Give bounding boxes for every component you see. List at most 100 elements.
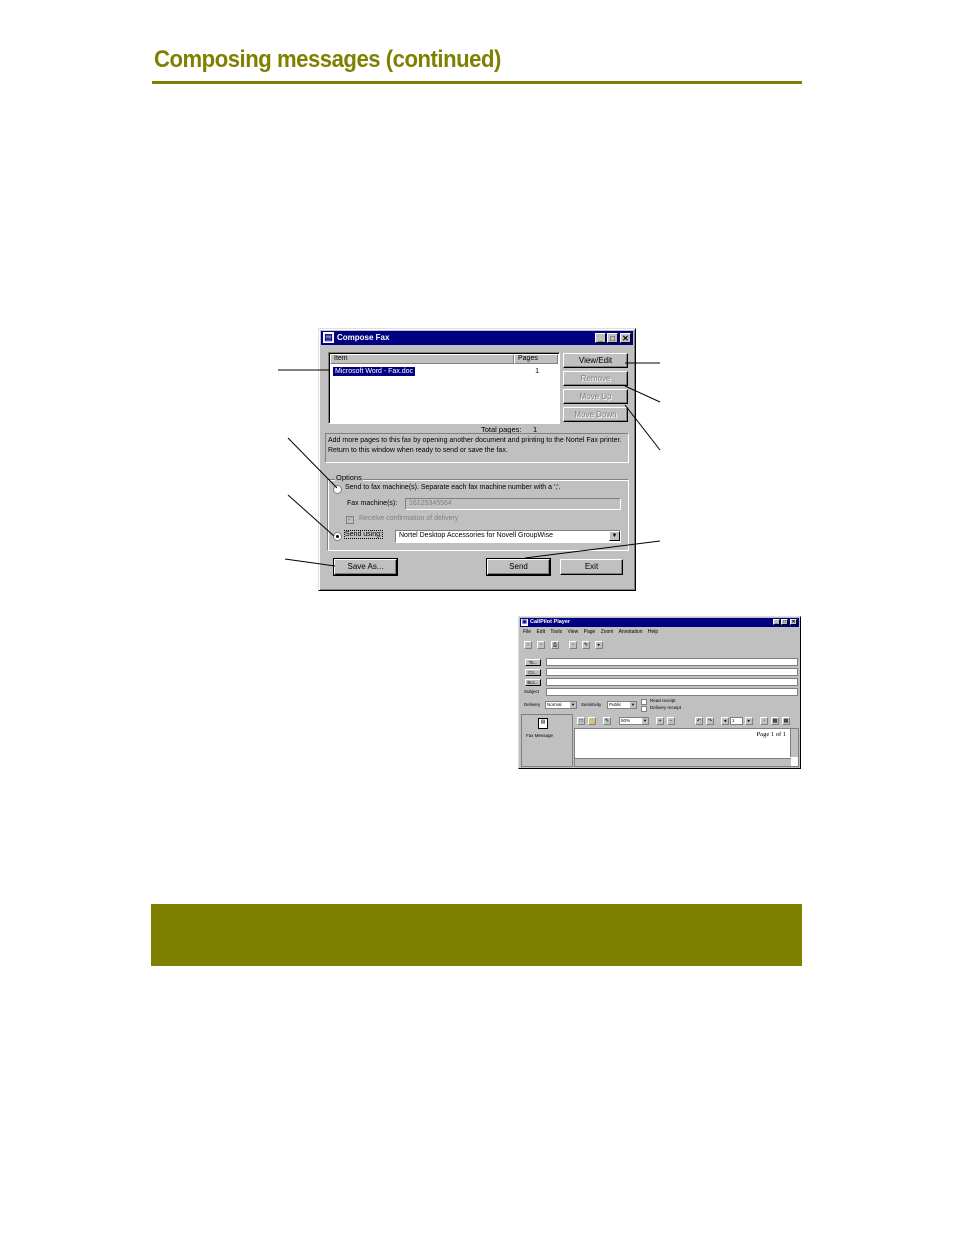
delivery-value: Normal xyxy=(547,702,562,707)
column-header-item[interactable]: Item xyxy=(330,354,514,364)
fit-page-icon[interactable]: ▫ xyxy=(760,717,768,725)
title-rule xyxy=(152,81,802,84)
delivery-receipt-label[interactable]: Delivery receipt xyxy=(650,705,681,710)
bcc-field[interactable] xyxy=(546,678,798,686)
thumbnails-icon[interactable]: ▦ xyxy=(771,717,779,725)
menu-page[interactable]: Page xyxy=(584,629,596,635)
move-up-button[interactable]: Move Up xyxy=(563,389,628,404)
callpilot-title: CallPilot Player xyxy=(530,619,571,625)
page-title: Composing messages (continued) xyxy=(154,46,501,73)
list-item-name[interactable]: Microsoft Word - Fax.doc xyxy=(333,367,416,376)
fax-app-icon: ▤ xyxy=(323,332,334,343)
zoom-out-icon[interactable]: − xyxy=(667,717,675,725)
edit-icon[interactable]: ✎ xyxy=(582,641,590,649)
menu-edit[interactable]: Edit xyxy=(536,629,545,635)
attachment-pane: ▤ Fax Message xyxy=(521,714,573,767)
cc-button[interactable]: Cc... xyxy=(525,669,541,676)
zoom-in-icon[interactable]: + xyxy=(656,717,664,725)
callout-lines xyxy=(278,362,661,567)
sensitivity-dropdown[interactable]: Public ▼ xyxy=(607,701,637,709)
remove-button[interactable]: Remove xyxy=(563,371,628,386)
send-button[interactable]: Send xyxy=(486,558,551,576)
zoom-value: 50% xyxy=(621,718,631,723)
dropdown-arrow-icon[interactable]: ▼ xyxy=(570,702,576,708)
compose-fax-dialog: ▤ Compose Fax _ □ ✕ Item Pages Microsoft… xyxy=(318,328,636,591)
exit-button[interactable]: Exit xyxy=(560,559,623,575)
maximize-icon[interactable]: □ xyxy=(781,619,788,625)
menu-file[interactable]: File xyxy=(523,629,531,635)
fax-document-pane[interactable]: Page 1 of 1 xyxy=(574,728,799,767)
menu-view[interactable]: View xyxy=(567,629,578,635)
page-info: Page 1 of 1 xyxy=(756,731,786,738)
menu-tools[interactable]: Tools xyxy=(550,629,562,635)
radio-fax-machine-label[interactable]: Send to fax machine(s). Separate each fa… xyxy=(345,484,561,491)
close-icon[interactable]: ✕ xyxy=(790,619,797,625)
radio-send-using[interactable] xyxy=(333,532,342,541)
maximize-icon[interactable]: □ xyxy=(607,333,618,343)
print-icon[interactable]: ⎙ xyxy=(551,641,559,649)
read-receipt-label[interactable]: Read receipt xyxy=(650,698,676,703)
view-edit-button[interactable]: View/Edit xyxy=(563,353,628,368)
delivery-label: Delivery xyxy=(524,702,541,707)
attachment-label[interactable]: Fax Message xyxy=(526,733,553,738)
cc-field[interactable] xyxy=(546,668,798,676)
callpilot-titlebar[interactable]: ▣ CallPilot Player _ □ ✕ xyxy=(520,618,799,627)
sensitivity-value: Public xyxy=(609,702,622,707)
move-down-button[interactable]: Move Down xyxy=(563,407,628,422)
save-icon[interactable]: ▫ xyxy=(537,641,545,649)
hand-icon[interactable]: ✋ xyxy=(588,717,596,725)
fax-machines-field[interactable]: 16125345564 xyxy=(405,498,621,510)
fax-items-list[interactable]: Item Pages Microsoft Word - Fax.doc 1 xyxy=(328,352,560,424)
confirmation-label[interactable]: Receive confirmation of delivery xyxy=(359,515,458,522)
prev-page-icon[interactable]: ◂ xyxy=(721,717,729,725)
read-receipt-checkbox[interactable] xyxy=(641,699,647,705)
minimize-icon[interactable]: _ xyxy=(773,619,780,625)
fax-document-icon[interactable]: ▤ xyxy=(538,718,548,729)
menu-zoom[interactable]: Zoom xyxy=(601,629,614,635)
send-using-dropdown[interactable]: Nortel Desktop Accessories for Novell Gr… xyxy=(395,530,621,543)
close-icon[interactable]: ✕ xyxy=(620,333,631,343)
confirmation-checkbox[interactable]: ✓ xyxy=(346,516,354,524)
callpilot-player-window: ▣ CallPilot Player _ □ ✕ File Edit Tools… xyxy=(518,616,801,769)
dropdown-arrow-icon[interactable]: ▼ xyxy=(630,702,636,708)
sensitivity-label: Sensitivity xyxy=(581,702,602,707)
menu-annotation[interactable]: Annotation xyxy=(619,629,643,635)
delivery-receipt-checkbox[interactable] xyxy=(641,706,647,712)
callpilot-menubar: File Edit Tools View Page Zoom Annotatio… xyxy=(523,629,662,635)
to-button[interactable]: To... xyxy=(525,659,541,666)
subject-field[interactable] xyxy=(546,688,798,696)
page-number-field[interactable]: 1 xyxy=(730,717,743,725)
dropdown-arrow-icon[interactable]: ▼ xyxy=(642,718,648,724)
select-icon[interactable]: □ xyxy=(577,717,585,725)
info-text: Add more pages to this fax by opening an… xyxy=(325,433,629,463)
next-page-icon[interactable]: ▸ xyxy=(745,717,753,725)
fax-machines-label: Fax machine(s): xyxy=(347,500,398,507)
options-label: Options xyxy=(335,473,363,482)
minimize-icon[interactable]: _ xyxy=(595,333,606,343)
radio-send-using-label[interactable]: Send using: xyxy=(344,530,383,539)
send-icon[interactable]: ▫ xyxy=(524,641,532,649)
column-header-pages[interactable]: Pages xyxy=(514,354,558,364)
annotate-icon[interactable]: ▸ xyxy=(595,641,603,649)
grid-view-icon[interactable]: ▦ xyxy=(782,717,790,725)
compose-fax-title: Compose Fax xyxy=(337,333,390,342)
menu-help[interactable]: Help xyxy=(648,629,658,635)
send-using-value: Nortel Desktop Accessories for Novell Gr… xyxy=(399,532,554,539)
to-field[interactable] xyxy=(546,658,798,666)
bcc-button[interactable]: Bcc... xyxy=(525,679,541,686)
rotate-right-icon[interactable]: ↷ xyxy=(706,717,714,725)
properties-icon[interactable]: ▫ xyxy=(569,641,577,649)
subject-label: Subject xyxy=(524,689,540,694)
delivery-dropdown[interactable]: Normal ▼ xyxy=(545,701,577,709)
dropdown-arrow-icon[interactable]: ▼ xyxy=(609,531,620,541)
radio-fax-machine[interactable] xyxy=(333,485,342,494)
save-as-button[interactable]: Save As... xyxy=(333,558,398,576)
compose-fax-titlebar[interactable]: ▤ Compose Fax _ □ ✕ xyxy=(321,331,633,345)
zoom-dropdown[interactable]: 50% ▼ xyxy=(619,717,649,725)
callpilot-app-icon: ▣ xyxy=(521,619,528,626)
vertical-scrollbar[interactable] xyxy=(790,729,798,757)
olive-banner xyxy=(151,904,802,966)
horizontal-scrollbar[interactable] xyxy=(575,758,791,766)
eraser-icon[interactable]: ✎ xyxy=(603,717,611,725)
rotate-left-icon[interactable]: ↶ xyxy=(695,717,703,725)
